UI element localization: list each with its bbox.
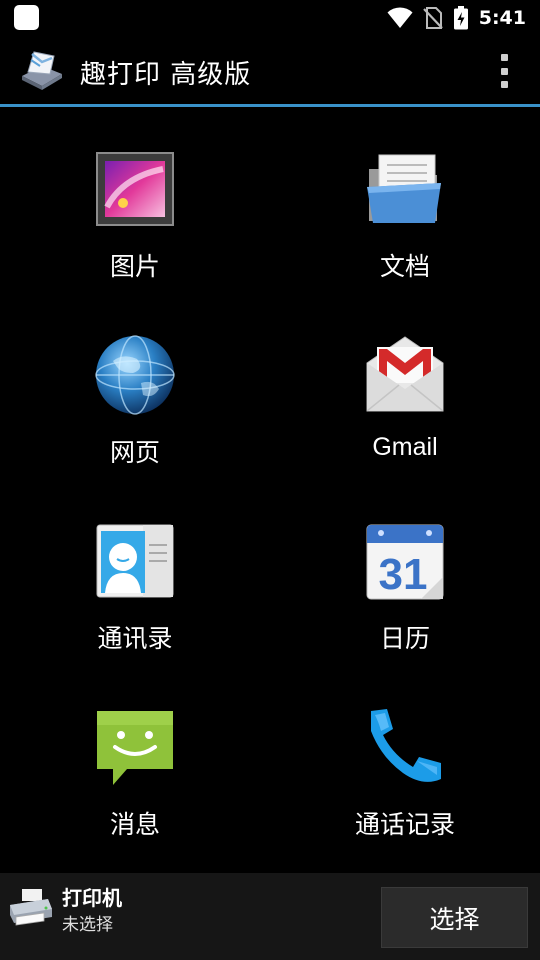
status-indicators: 5:41 xyxy=(387,0,526,36)
grid-item-label: 通话记录 xyxy=(354,811,455,839)
contacts-card-icon xyxy=(96,524,174,598)
grid-item-label: 文档 xyxy=(379,253,430,281)
grid-item-label: 通讯录 xyxy=(97,625,173,653)
grid-item-label: 网页 xyxy=(109,439,160,467)
grid-item-calendar[interactable]: 31 日历 xyxy=(270,479,540,665)
printer-paper-logo-icon[interactable] xyxy=(18,48,66,92)
calendar-icon: 31 xyxy=(366,524,444,600)
calendar-day-number: 31 xyxy=(379,550,428,599)
grid-item-contacts[interactable]: 通讯录 xyxy=(0,479,270,665)
picture-frame-icon xyxy=(96,152,174,226)
gmail-envelope-icon xyxy=(366,336,444,412)
printer-status: 未选择 xyxy=(62,915,113,935)
grid-item-label: 消息 xyxy=(109,811,160,839)
app-title: 趣打印 高级版 xyxy=(80,60,252,90)
print-source-grid: 图片 文档 网页 Gmail 通讯录 31 日历 消息 通话记录 xyxy=(0,107,540,873)
grid-item-label: 日历 xyxy=(379,625,430,653)
action-bar: 趣打印 高级版 xyxy=(0,36,540,104)
grid-item-documents[interactable]: 文档 xyxy=(270,107,540,293)
grid-item-label: 图片 xyxy=(109,253,160,281)
battery-charging-icon xyxy=(453,6,468,30)
grid-item-web[interactable]: 网页 xyxy=(0,293,270,479)
grid-item-call-log[interactable]: 通话记录 xyxy=(270,665,540,851)
no-sim-icon xyxy=(422,7,443,29)
printer-title: 打印机 xyxy=(62,886,122,910)
printer-bottom-bar: 打印机 未选择 选择 xyxy=(0,873,540,960)
status-bar: 5:41 xyxy=(0,0,540,36)
document-folder-icon xyxy=(367,154,441,223)
wifi-icon xyxy=(387,7,413,28)
phone-handset-icon xyxy=(371,709,441,782)
message-bubble-icon xyxy=(97,711,173,785)
grid-item-messages[interactable]: 消息 xyxy=(0,665,270,851)
select-printer-button[interactable]: 选择 xyxy=(381,887,528,948)
status-time: 5:41 xyxy=(478,7,526,29)
printer-icon[interactable] xyxy=(8,887,54,927)
grid-item-label: Gmail xyxy=(372,433,438,461)
grid-item-pictures[interactable]: 图片 xyxy=(0,107,270,293)
notification-app-icon xyxy=(14,5,39,30)
grid-item-gmail[interactable]: Gmail xyxy=(270,293,540,479)
globe-icon xyxy=(95,335,175,415)
overflow-menu-icon[interactable] xyxy=(498,54,510,88)
